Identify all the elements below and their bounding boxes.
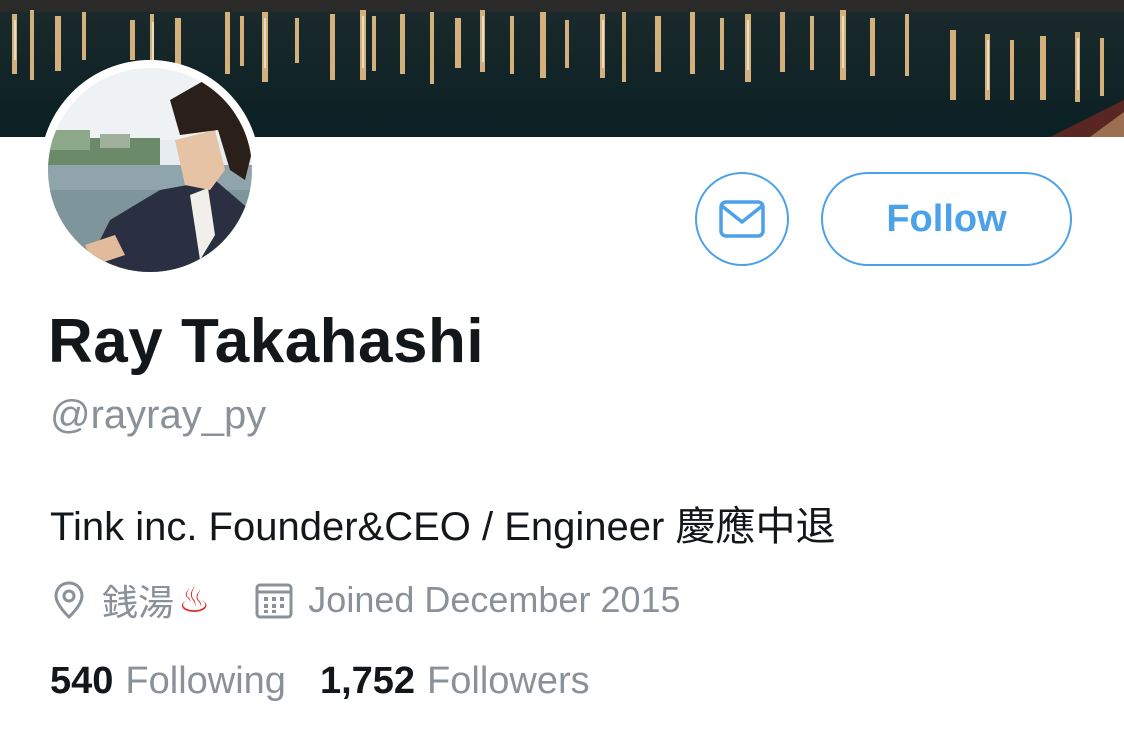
profile-meta: 銭湯 ♨ Joined December 2015: [50, 576, 681, 624]
user-handle: @rayray_py: [50, 393, 267, 437]
followers-link[interactable]: 1,752 Followers: [320, 660, 590, 703]
follow-stats: 540 Following 1,752 Followers: [50, 660, 590, 703]
joined-date: Joined December 2015: [308, 579, 681, 620]
joined-item: Joined December 2015: [254, 579, 681, 621]
message-button[interactable]: [695, 172, 789, 266]
profile-page: Follow Ray Takahashi @rayray_py Tink inc…: [0, 0, 1124, 736]
following-count: 540: [50, 660, 114, 702]
calendar-icon: [254, 580, 294, 620]
followers-count: 1,752: [319, 660, 416, 702]
following-label: Following: [125, 660, 286, 702]
location-item: 銭湯 ♨: [50, 574, 210, 626]
envelope-icon: [718, 199, 766, 239]
avatar[interactable]: [40, 60, 260, 280]
profile-bio: Tink inc. Founder&CEO / Engineer 慶應中退: [50, 505, 836, 549]
following-link[interactable]: 540 Following: [50, 660, 286, 703]
display-name: Ray Takahashi: [48, 307, 485, 376]
location-pin-icon: [50, 580, 88, 620]
location-text: 銭湯: [102, 582, 175, 623]
hot-spring-emoji: ♨: [178, 579, 211, 620]
follow-button[interactable]: Follow: [821, 172, 1072, 266]
followers-label: Followers: [427, 660, 590, 702]
